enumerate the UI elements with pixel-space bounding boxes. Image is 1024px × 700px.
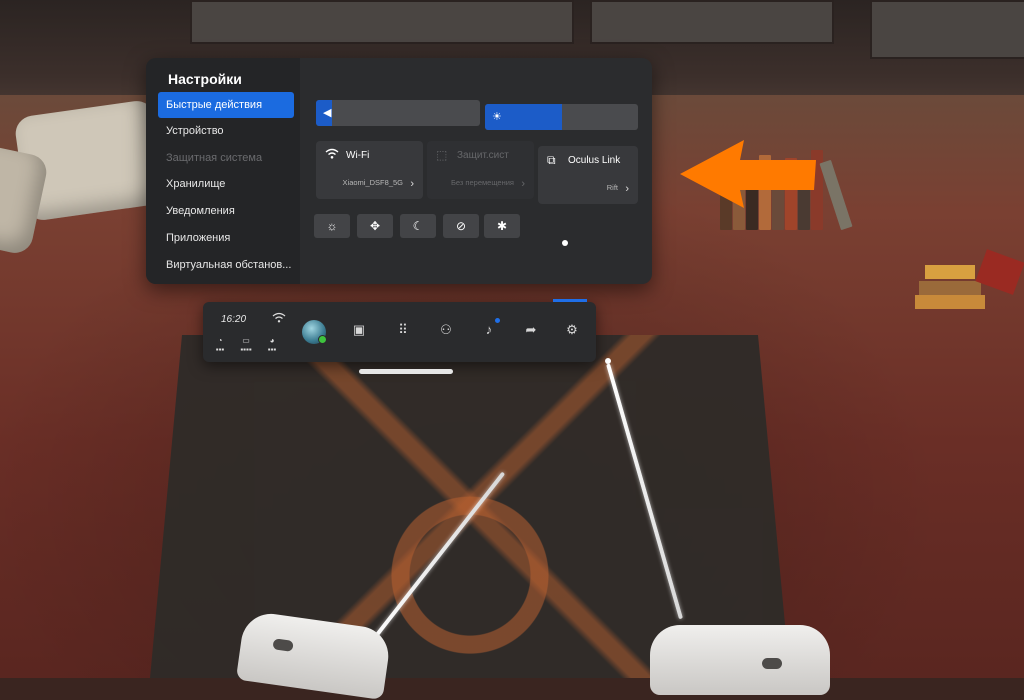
universal-menu-bar: 16:20 ◔ ▪▪▪ ▭ ▪▪▪▪ ◕ ▪▪▪ ▣ ⠿ ⚇ ♪ ➦ ⚙ [203, 299, 596, 362]
menu-grab-handle[interactable] [359, 369, 453, 374]
wall-window [190, 0, 574, 44]
notification-badge [495, 318, 500, 323]
sidebar-item-storage[interactable]: Хранилище [158, 171, 294, 197]
guardian-icon: ⬚ [436, 148, 448, 162]
headset-battery-icon: ▭ ▪▪▪▪ [240, 336, 252, 354]
mic-mute-icon: ⊘ [455, 219, 467, 233]
wifi-status-icon [272, 312, 286, 326]
bug-report-button[interactable]: ✱ [484, 214, 520, 238]
share-icon[interactable]: ➦ [521, 322, 541, 338]
laser-cursor [605, 358, 611, 364]
people-icon[interactable]: ⚇ [436, 322, 456, 338]
brightness-button[interactable]: ☼ [314, 214, 350, 238]
guardian-tile[interactable]: ⬚ Защит.сист Без перемещения › [427, 141, 534, 199]
store-icon[interactable]: ▣ [349, 322, 369, 338]
avatar[interactable] [302, 320, 327, 344]
settings-panel: Настройки Быстрые действия Устройство За… [146, 58, 652, 284]
apps-icon[interactable]: ⠿ [393, 322, 413, 338]
sidebar-item-quick-actions[interactable]: Быстрые действия [158, 92, 294, 118]
link-icon: ⧉ [547, 153, 556, 167]
settings-sidebar: Настройки Быстрые действия Устройство За… [146, 58, 300, 284]
volume-slider[interactable]: ◀ [316, 100, 480, 126]
chevron-right-icon: › [410, 178, 414, 190]
oculus-link-tile[interactable]: ⧉ Oculus Link Rift › [538, 146, 638, 204]
right-controller [650, 625, 830, 695]
guardian-mode: Без перемещения [450, 178, 514, 187]
chevron-right-icon: › [625, 183, 629, 195]
chevron-right-icon: › [521, 178, 525, 190]
settings-title: Настройки [168, 71, 242, 87]
wifi-network-name: Xiaomi_DSF8_5G [342, 178, 403, 187]
recenter-icon: ✥ [369, 219, 381, 233]
controller-button [762, 658, 782, 669]
recenter-button[interactable]: ✥ [357, 214, 393, 238]
sidebar-item-notifications[interactable]: Уведомления [158, 198, 294, 224]
wifi-tile-title: Wi-Fi [346, 150, 370, 161]
sun-icon: ☀ [492, 111, 502, 123]
sidebar-item-device[interactable]: Устройство [158, 118, 294, 144]
sidebar-item-virtual-environment[interactable]: Виртуальная обстанов... [158, 252, 294, 278]
speaker-icon: ◀ [323, 107, 332, 119]
book-stack [915, 249, 1024, 325]
night-mode-icon: ☾ [412, 219, 424, 233]
controller-button [272, 638, 294, 652]
brightness-slider[interactable]: ☀ [485, 104, 638, 130]
wifi-icon [325, 148, 339, 162]
sidebar-item-apps[interactable]: Приложения [158, 225, 294, 251]
online-status-dot [318, 335, 327, 344]
brightness-icon: ☼ [326, 219, 338, 233]
settings-icon[interactable]: ⚙ [562, 322, 582, 338]
oculus-link-tile-title: Oculus Link [568, 155, 621, 166]
notifications-icon[interactable]: ♪ [479, 322, 499, 337]
wall-window [590, 0, 834, 44]
right-controller-battery-icon: ◕ ▪▪▪ [267, 336, 277, 354]
wifi-tile[interactable]: Wi-Fi Xiaomi_DSF8_5G › [316, 141, 423, 199]
sidebar-item-guardian[interactable]: Защитная система [158, 145, 294, 171]
mic-mute-button[interactable]: ⊘ [443, 214, 479, 238]
active-indicator [553, 299, 587, 302]
guardian-tile-title: Защит.сист [457, 150, 509, 161]
left-controller-battery-icon: ◔ ▪▪▪ [215, 336, 225, 354]
night-mode-button[interactable]: ☾ [400, 214, 436, 238]
clock: 16:20 [221, 314, 247, 325]
bug-report-icon: ✱ [496, 219, 508, 233]
wall-window [870, 0, 1024, 59]
annotation-arrow-icon [680, 140, 816, 208]
page-indicator-dot [562, 240, 568, 246]
oculus-link-target: Rift [606, 183, 618, 192]
